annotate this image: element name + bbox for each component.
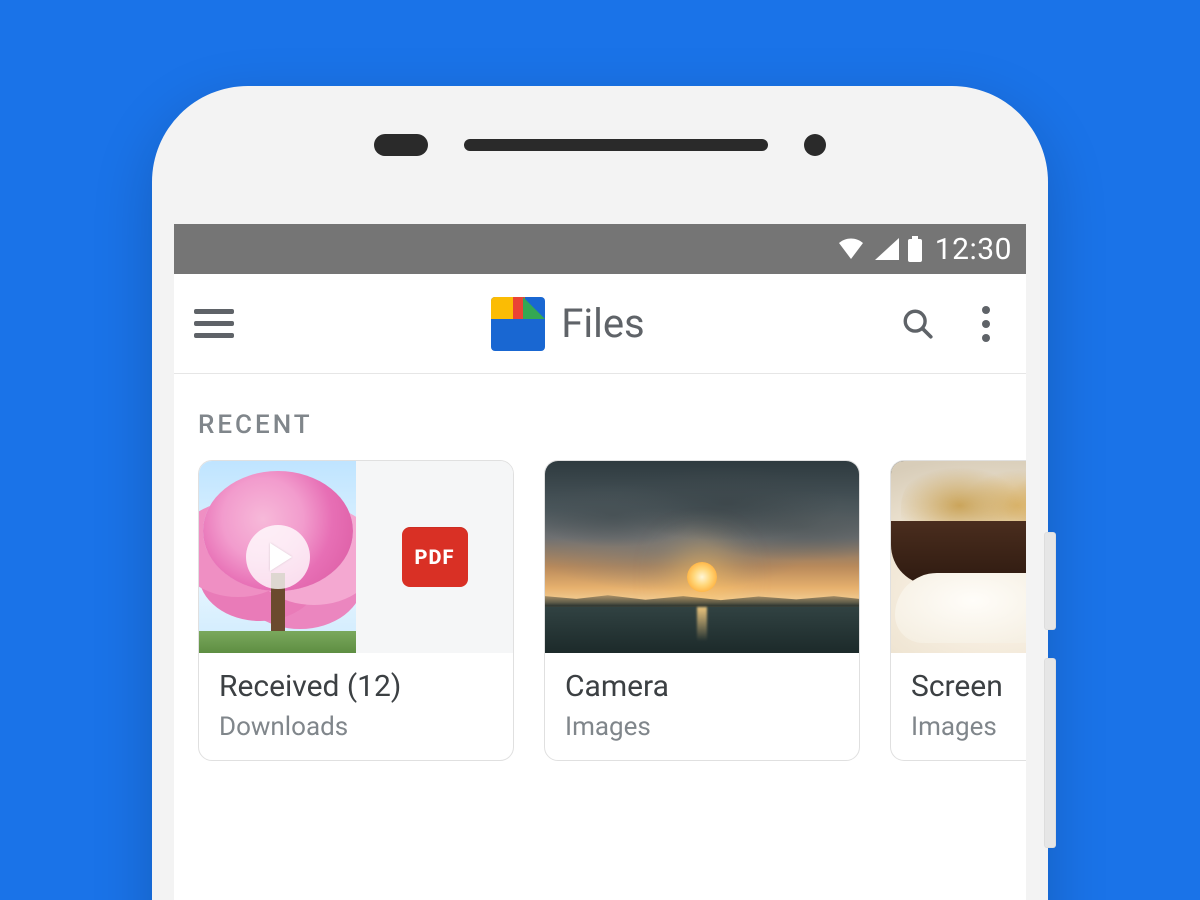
search-button[interactable]: [898, 304, 938, 344]
pdf-icon: PDF: [402, 527, 468, 587]
card-title: Camera: [565, 669, 839, 704]
play-icon: [246, 525, 310, 589]
card-subtitle: Downloads: [219, 712, 493, 742]
phone-earpiece-row: [152, 134, 1048, 156]
card-title: Screen: [911, 669, 1026, 704]
menu-button[interactable]: [194, 302, 238, 346]
card-subtitle: Images: [911, 712, 1026, 742]
stage: 12:30 Files: [0, 0, 1200, 900]
app-title: Files: [561, 300, 644, 347]
side-button: [1044, 658, 1056, 848]
files-app-icon: [491, 297, 545, 351]
thumbnail-sunset: [545, 461, 859, 653]
recent-card-screen[interactable]: Screen Images: [890, 460, 1026, 761]
app-title-wrap: Files: [238, 297, 898, 351]
phone-screen: 12:30 Files: [174, 224, 1026, 900]
status-time: 12:30: [935, 232, 1012, 267]
phone-side-buttons: [1044, 532, 1056, 876]
card-thumbnail: [891, 461, 1026, 653]
recent-card-received[interactable]: PDF Received (12) Downloads: [198, 460, 514, 761]
card-thumbnail: PDF: [199, 461, 513, 653]
thumbnail-dessert: [891, 461, 1026, 653]
recent-card-camera[interactable]: Camera Images: [544, 460, 860, 761]
app-bar: Files: [174, 274, 1026, 374]
battery-icon: [907, 236, 923, 262]
status-bar: 12:30: [174, 224, 1026, 274]
card-meta: Camera Images: [545, 653, 859, 760]
card-thumbnail: [545, 461, 859, 653]
card-meta: Received (12) Downloads: [199, 653, 513, 760]
pdf-icon-label: PDF: [415, 545, 455, 569]
wifi-icon: [837, 237, 865, 261]
card-subtitle: Images: [565, 712, 839, 742]
front-camera-dot: [804, 134, 826, 156]
recent-card-row[interactable]: PDF Received (12) Downloads: [174, 460, 1026, 761]
card-title: Received (12): [219, 669, 493, 704]
phone-frame: 12:30 Files: [152, 86, 1048, 900]
thumbnail-pdf: PDF: [356, 461, 513, 653]
card-meta: Screen Images: [891, 653, 1026, 760]
app-bar-actions: [898, 304, 1006, 344]
thumbnail-video-tree: [199, 461, 356, 653]
more-vert-icon: [982, 306, 990, 342]
section-label-recent: RECENT: [174, 374, 1026, 460]
search-icon: [901, 307, 935, 341]
speaker-slot: [464, 139, 768, 151]
sensor-pill: [374, 134, 428, 156]
more-button[interactable]: [966, 304, 1006, 344]
cellular-icon: [873, 238, 899, 260]
side-button: [1044, 532, 1056, 630]
